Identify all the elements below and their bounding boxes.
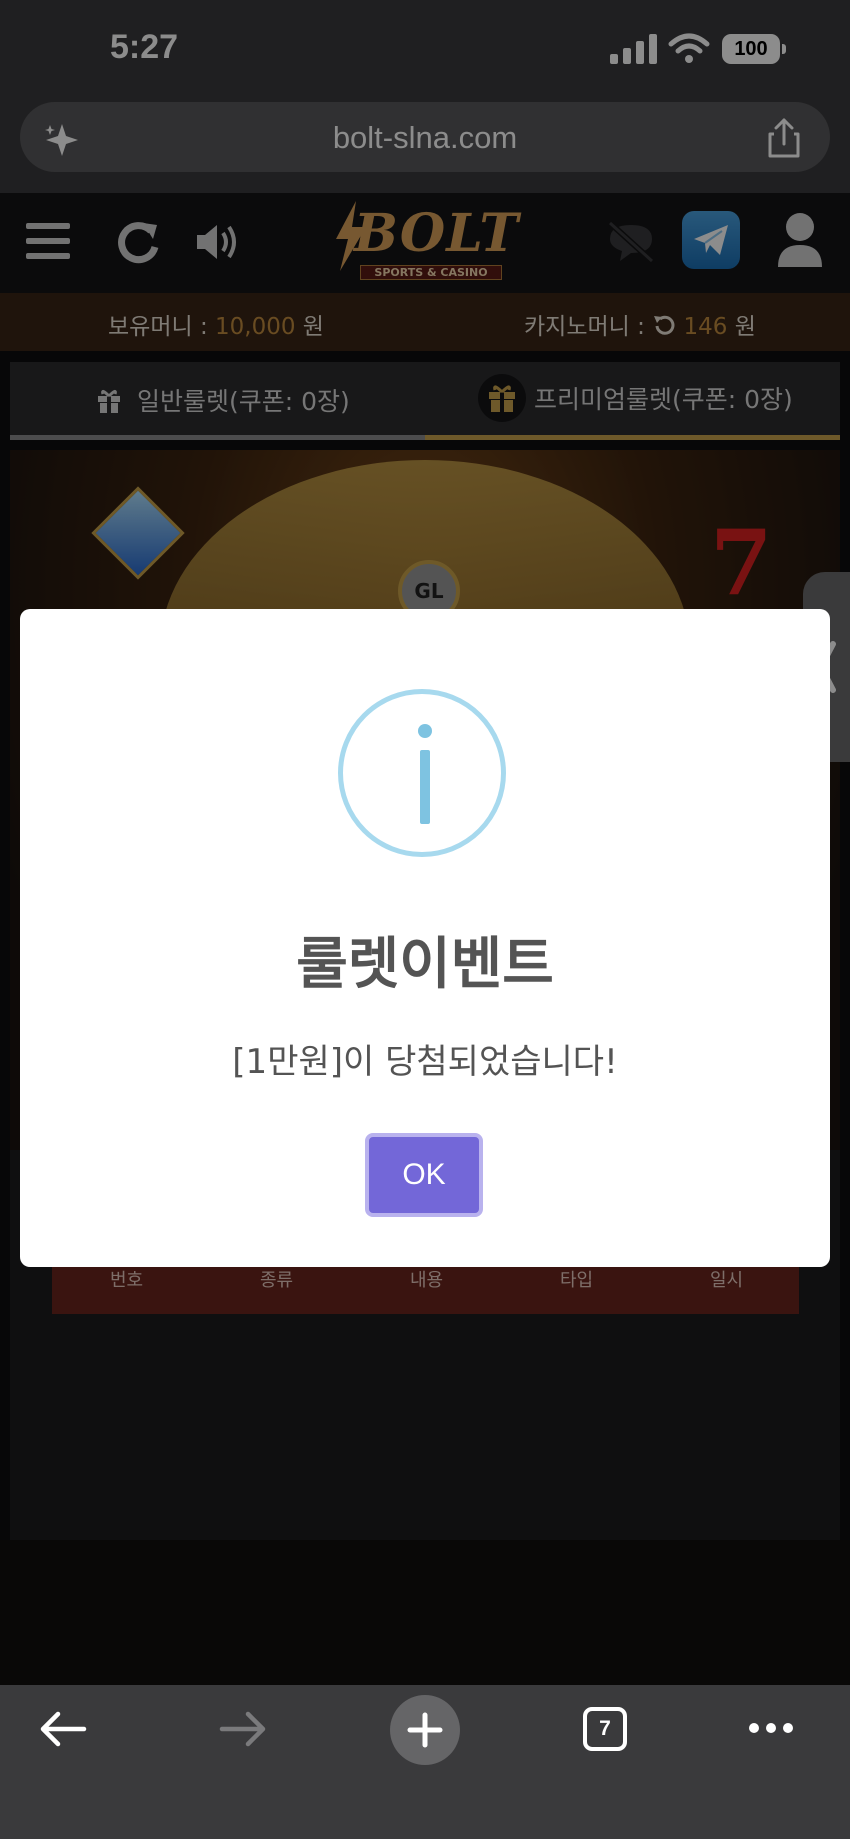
new-tab-button[interactable]	[390, 1695, 460, 1765]
tabs-count-button[interactable]: 7	[583, 1707, 627, 1751]
back-arrow-icon[interactable]	[38, 1709, 88, 1749]
dialog-message: [1만원]이 당첨되었습니다!	[232, 1042, 618, 1082]
info-icon	[338, 689, 506, 857]
forward-arrow-icon[interactable]	[218, 1709, 268, 1749]
dialog-title: 룰렛이벤트	[296, 932, 554, 997]
plus-icon	[407, 1712, 443, 1748]
alert-dialog: 룰렛이벤트 [1만원]이 당첨되었습니다! OK	[20, 609, 830, 1267]
more-icon[interactable]	[748, 1721, 794, 1735]
ok-button[interactable]: OK	[365, 1133, 483, 1217]
browser-toolbar: 7	[0, 1685, 850, 1839]
